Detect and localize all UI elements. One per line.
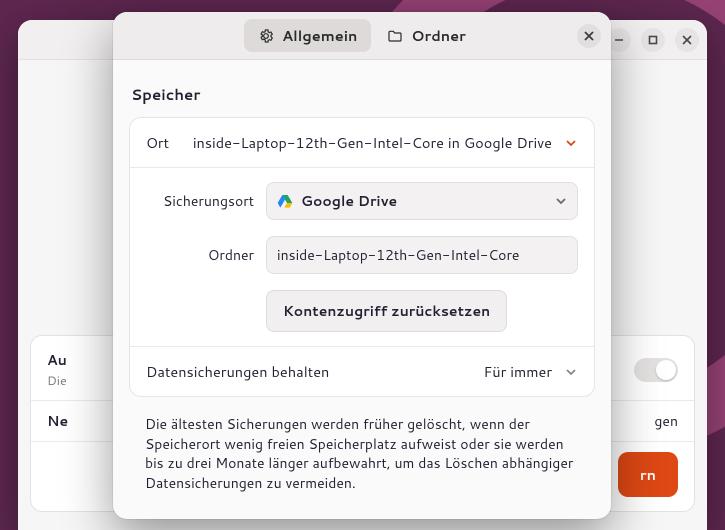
autobackup-title: Au xyxy=(47,350,67,370)
google-drive-icon xyxy=(277,193,293,209)
backup-location-row: Sicherungsort Google Drive xyxy=(130,167,594,228)
dialog-close-button[interactable] xyxy=(577,24,601,48)
backup-location-value: Google Drive xyxy=(301,191,397,211)
parent-close-button[interactable] xyxy=(675,28,699,52)
close-icon xyxy=(584,31,594,41)
folder-label: Ordner xyxy=(146,245,254,265)
restore-title: Ne xyxy=(47,411,68,431)
chevron-down-icon xyxy=(564,365,578,379)
autobackup-sub: Die xyxy=(47,372,67,390)
backup-location-select[interactable]: Google Drive xyxy=(266,182,578,220)
maximize-icon xyxy=(648,35,658,45)
restore-label-trail: gen xyxy=(654,411,678,431)
folder-value: inside-Laptop-12th-Gen-Intel-Core xyxy=(277,245,519,265)
storage-card: Ort inside-Laptop-12th-Gen-Intel-Core in… xyxy=(129,117,595,397)
retention-row[interactable]: Datensicherungen behalten Für immer xyxy=(130,346,594,396)
tab-folders[interactable]: Ordner xyxy=(373,19,479,52)
back-primary-trail: rn xyxy=(640,464,656,485)
preferences-dialog: Allgemein Ordner Speicher Ort inside-Lap… xyxy=(113,12,611,519)
autobackup-switch[interactable] xyxy=(634,358,678,382)
dialog-header: Allgemein Ordner xyxy=(113,12,611,60)
location-label: Ort xyxy=(146,132,169,153)
maximize-button[interactable] xyxy=(641,28,665,52)
location-value: inside-Laptop-12th-Gen-Intel-Core in Goo… xyxy=(181,132,552,153)
chevron-down-icon xyxy=(564,136,578,150)
tab-general-label: Allgemein xyxy=(282,25,357,46)
chevron-down-icon xyxy=(555,195,567,207)
dialog-body[interactable]: Speicher Ort inside-Laptop-12th-Gen-Inte… xyxy=(113,60,611,519)
reset-access-label: Kontenzugriff zurücksetzen xyxy=(283,301,490,321)
retention-label: Datensicherungen behalten xyxy=(146,361,471,382)
tab-switcher: Allgemein Ordner xyxy=(244,19,480,52)
location-row[interactable]: Ort inside-Laptop-12th-Gen-Intel-Core in… xyxy=(130,118,594,167)
close-icon xyxy=(682,35,692,45)
tab-general[interactable]: Allgemein xyxy=(244,19,371,52)
tab-folders-label: Ordner xyxy=(411,25,465,46)
gear-icon xyxy=(258,28,274,44)
retention-note: Die ältesten Sicherungen werden früher g… xyxy=(129,409,595,495)
folder-icon xyxy=(387,28,403,44)
reset-access-button[interactable]: Kontenzugriff zurücksetzen xyxy=(266,290,507,332)
backup-location-label: Sicherungsort xyxy=(146,191,254,211)
back-primary-button[interactable]: rn xyxy=(618,452,678,497)
reset-access-row: Kontenzugriff zurücksetzen xyxy=(130,282,594,346)
retention-value: Für immer xyxy=(483,361,552,382)
minimize-icon xyxy=(614,35,624,45)
folder-field[interactable]: inside-Laptop-12th-Gen-Intel-Core xyxy=(266,236,578,274)
folder-row: Ordner inside-Laptop-12th-Gen-Intel-Core xyxy=(130,228,594,282)
section-storage-title: Speicher xyxy=(131,84,593,105)
